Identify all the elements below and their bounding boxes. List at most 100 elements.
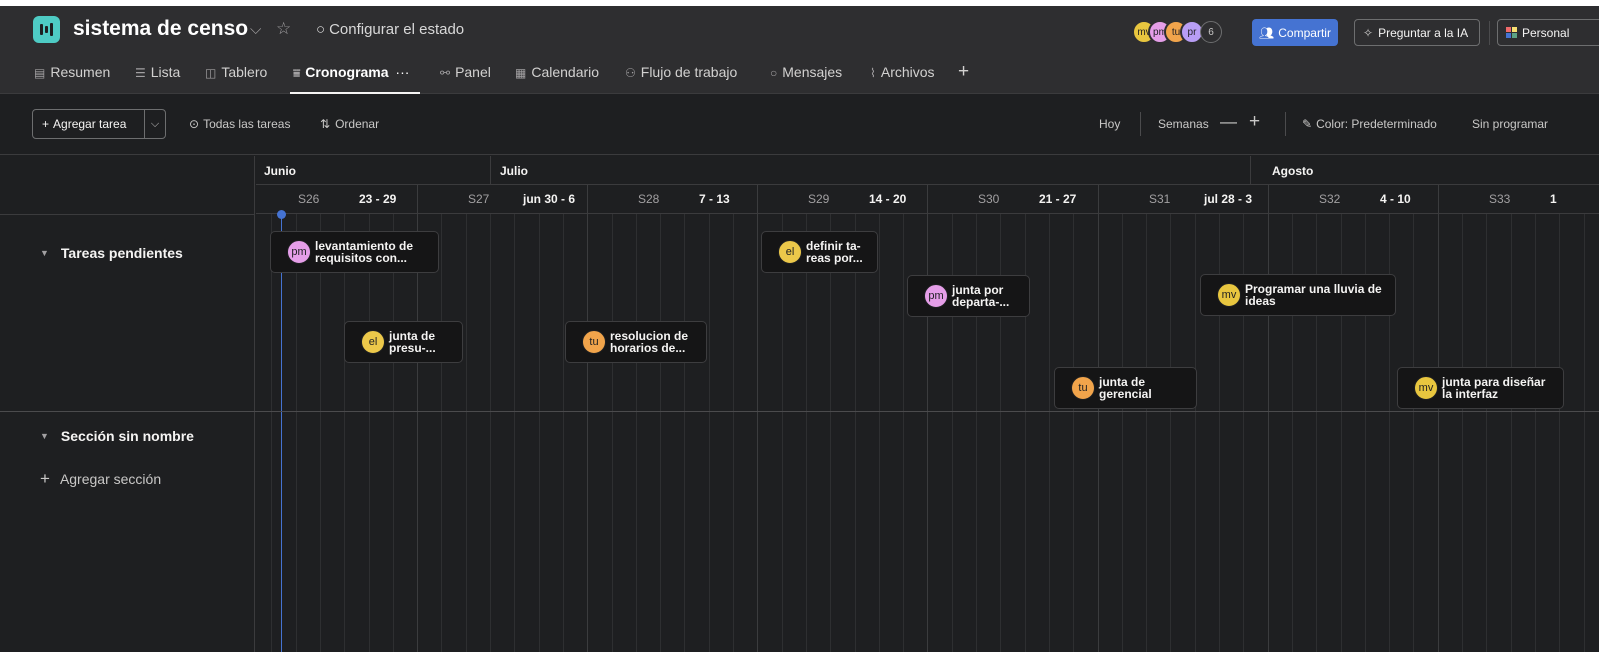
status-circle-icon: ○ bbox=[316, 21, 326, 38]
month-header: Junio Julio Agosto bbox=[256, 156, 1599, 185]
sections-pane: ▼ Tareas pendientes ▼ Sección sin nombre +… bbox=[0, 156, 256, 652]
day-gridline bbox=[369, 214, 370, 652]
day-gridline bbox=[1413, 214, 1414, 652]
week-range-label: 23 - 29 bbox=[359, 192, 397, 206]
divider bbox=[1285, 112, 1286, 136]
tab-resumen[interactable]: ▤ Resumen bbox=[34, 64, 110, 80]
task-bar[interactable]: mv junta para diseñar la interfaz bbox=[1397, 367, 1564, 409]
week-number-label: S32 bbox=[1319, 192, 1341, 206]
task-bar[interactable]: el definir ta- reas por... bbox=[761, 231, 878, 273]
task-bar[interactable]: tu junta de gerencial bbox=[1054, 367, 1197, 409]
day-gridline bbox=[1584, 214, 1585, 652]
day-gridline bbox=[879, 214, 880, 652]
all-tasks-filter[interactable]: ⊙ Todas las tareas bbox=[189, 117, 290, 131]
assignee-avatar[interactable]: el bbox=[361, 330, 385, 354]
day-gridline bbox=[563, 214, 564, 652]
week-number-label: S29 bbox=[808, 192, 830, 206]
month-label: Julio bbox=[500, 164, 529, 178]
tab-tablero[interactable]: ◫ Tablero bbox=[205, 64, 267, 80]
ask-ai-button[interactable]: ✧ Preguntar a la IA bbox=[1354, 19, 1480, 46]
tab-archivos[interactable]: ⌇ Archivos bbox=[870, 64, 935, 80]
set-status-button[interactable]: ○ Configurar el estado bbox=[316, 21, 464, 38]
zoom-out-button[interactable]: — bbox=[1220, 112, 1237, 132]
task-bar[interactable]: mv Programar una lluvia de ideas bbox=[1200, 274, 1396, 316]
star-icon[interactable]: ☆ bbox=[276, 19, 291, 39]
task-name: junta de gerencial bbox=[1099, 375, 1152, 401]
assignee-avatar[interactable]: tu bbox=[582, 330, 606, 354]
task-bar[interactable]: pm junta por departa-... bbox=[907, 275, 1030, 317]
section-header-sin-nombre[interactable]: ▼ Sección sin nombre bbox=[40, 428, 194, 444]
timeline-icon: ⩸ bbox=[293, 66, 301, 80]
assignee-avatar[interactable]: pm bbox=[924, 284, 948, 308]
tab-lista[interactable]: ☰ Lista bbox=[135, 64, 180, 80]
chevron-down-icon[interactable]: ⌵ bbox=[145, 118, 165, 131]
zoom-select[interactable]: Semanas bbox=[1158, 117, 1209, 131]
tab-calendario[interactable]: ▦ Calendario bbox=[515, 64, 599, 80]
tab-panel[interactable]: ⚯ Panel bbox=[440, 64, 491, 80]
customize-button[interactable]: Personal bbox=[1497, 19, 1599, 46]
assignee-avatar[interactable]: mv bbox=[1217, 283, 1241, 307]
zoom-in-button[interactable]: + bbox=[1249, 111, 1260, 133]
chevron-down-icon[interactable]: ⌵ bbox=[250, 21, 261, 38]
day-gridline bbox=[1486, 214, 1487, 652]
tab-more-icon[interactable]: ··· bbox=[395, 64, 409, 80]
task-bar[interactable]: pm levantamiento de requisitos con... bbox=[270, 231, 439, 273]
assignee-avatar[interactable]: el bbox=[778, 240, 802, 264]
assignee-avatar[interactable]: tu bbox=[1071, 376, 1095, 400]
day-gridline bbox=[490, 214, 491, 652]
week-range-label: jul 28 - 3 bbox=[1204, 192, 1253, 206]
divider bbox=[1140, 112, 1141, 136]
project-title[interactable]: sistema de censo bbox=[73, 17, 248, 41]
add-tab-button[interactable]: + bbox=[958, 61, 969, 83]
week-gridline bbox=[1268, 185, 1269, 652]
week-range-label: 4 - 10 bbox=[1380, 192, 1411, 206]
day-gridline bbox=[1146, 214, 1147, 652]
list-icon: ☰ bbox=[135, 66, 146, 80]
week-range-label: 14 - 20 bbox=[869, 192, 907, 206]
assignee-avatar[interactable]: mv bbox=[1414, 376, 1438, 400]
today-button[interactable]: Hoy bbox=[1099, 117, 1120, 131]
task-name: junta para diseñar la interfaz bbox=[1442, 375, 1546, 401]
add-task-button[interactable]: + Agregar tarea ⌵ bbox=[32, 109, 166, 139]
day-gridline bbox=[1170, 214, 1171, 652]
section-header-tareas-pendientes[interactable]: ▼ Tareas pendientes bbox=[40, 245, 183, 261]
member-count-badge[interactable]: 6 bbox=[1200, 21, 1222, 43]
tab-flujo-de-trabajo[interactable]: ⚇ Flujo de trabajo bbox=[625, 64, 737, 80]
day-gridline bbox=[1195, 214, 1196, 652]
day-gridline bbox=[684, 214, 685, 652]
board-icon: ◫ bbox=[205, 66, 217, 80]
day-gridline bbox=[320, 214, 321, 652]
day-gridline bbox=[782, 214, 783, 652]
week-number-label: S30 bbox=[978, 192, 1000, 206]
tab-cronograma[interactable]: ⩸ Cronograma ··· bbox=[293, 64, 409, 81]
share-button[interactable]: 👥︎ Compartir bbox=[1252, 19, 1338, 46]
caret-down-icon[interactable]: ▼ bbox=[40, 431, 49, 441]
day-gridline bbox=[1535, 214, 1536, 652]
task-bar[interactable]: el junta de presu-... bbox=[344, 321, 463, 363]
day-gridline bbox=[539, 214, 540, 652]
day-gridline bbox=[660, 214, 661, 652]
add-section-button[interactable]: + Agregar sección bbox=[40, 469, 161, 489]
day-gridline bbox=[636, 214, 637, 652]
task-bar[interactable]: tu resolucion de horarios de... bbox=[565, 321, 707, 363]
unscheduled-button[interactable]: Sin programar bbox=[1472, 117, 1548, 131]
day-gridline bbox=[1073, 214, 1074, 652]
week-range-label: 21 - 27 bbox=[1039, 192, 1077, 206]
add-task-main[interactable]: + Agregar tarea bbox=[33, 110, 145, 138]
chart-icon: ⚯ bbox=[440, 66, 451, 80]
sort-button[interactable]: ⇅ Ordenar bbox=[320, 117, 379, 131]
tab-mensajes[interactable]: ○ Mensajes bbox=[770, 64, 842, 80]
board-icon[interactable] bbox=[33, 16, 60, 43]
week-gridline bbox=[1098, 185, 1099, 652]
day-gridline bbox=[903, 214, 904, 652]
week-range-label: 7 - 13 bbox=[699, 192, 730, 206]
assignee-avatar[interactable]: pm bbox=[287, 240, 311, 264]
day-gridline bbox=[1511, 214, 1512, 652]
project-tabs: ▤ Resumen ☰ Lista ◫ Tablero ⩸ Cronograma ···… bbox=[0, 61, 1599, 94]
task-name: junta de presu-... bbox=[389, 329, 436, 355]
divider bbox=[1250, 156, 1251, 185]
timeline-grid[interactable]: Junio Julio Agosto S26 23 - 29 S27 jun 30 -… bbox=[256, 156, 1599, 652]
day-gridline bbox=[441, 214, 442, 652]
color-button[interactable]: ✎ Color: Predeterminado bbox=[1302, 117, 1437, 131]
caret-down-icon[interactable]: ▼ bbox=[40, 248, 49, 258]
